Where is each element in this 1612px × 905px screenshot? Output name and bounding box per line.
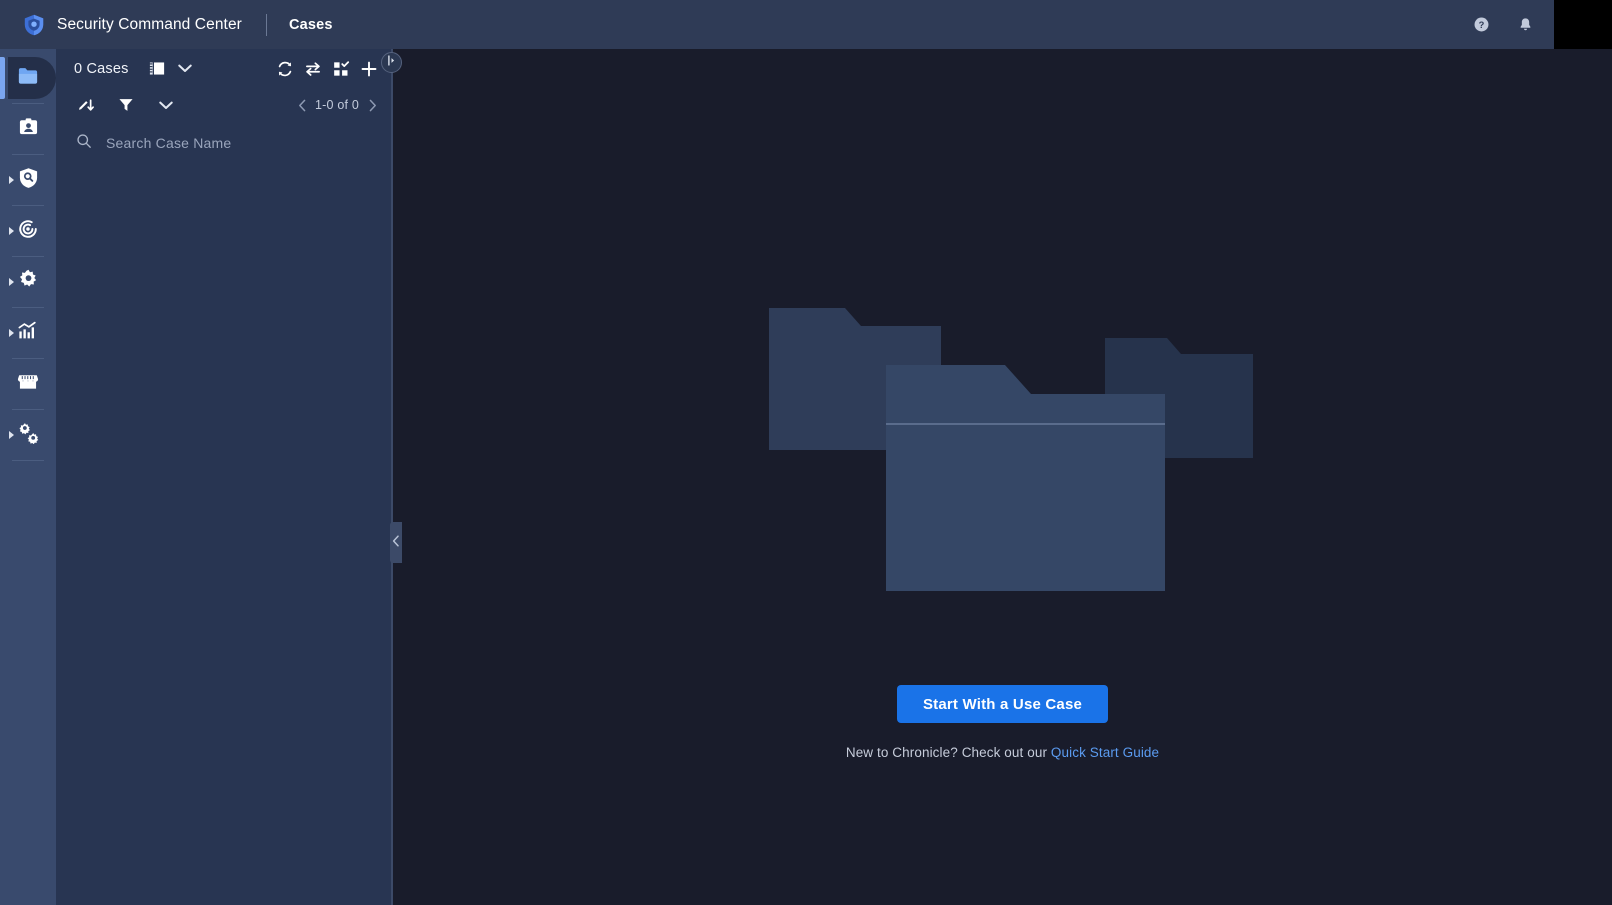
gear-icon	[18, 269, 39, 295]
pagination-label: 1-0 of 0	[315, 98, 359, 112]
header-actions: ?	[1466, 0, 1612, 49]
brand-title: Security Command Center	[57, 15, 242, 33]
cases-list-empty-body	[56, 164, 391, 903]
chevron-right-icon	[9, 278, 14, 286]
sidebar-item-settings[interactable]	[0, 257, 56, 307]
folder-front	[885, 365, 1165, 591]
sort-descending-icon[interactable]	[72, 91, 100, 119]
chevron-right-icon	[9, 329, 14, 337]
bar-chart-icon	[17, 321, 39, 346]
start-with-use-case-button[interactable]: Start With a Use Case	[896, 685, 1109, 723]
cases-toolbar-primary: 0 Cases	[56, 49, 391, 88]
expand-panel-handle[interactable]	[381, 52, 402, 73]
filter-chevron-down-icon[interactable]	[152, 91, 180, 119]
refresh-icon[interactable]	[271, 55, 299, 83]
id-badge-icon	[18, 117, 39, 142]
quick-start-guide-link[interactable]: Quick Start Guide	[1051, 745, 1159, 760]
swap-arrows-icon[interactable]	[299, 55, 327, 83]
filter-funnel-icon[interactable]	[112, 91, 140, 119]
hint-text: New to Chronicle? Check out our	[845, 745, 1051, 760]
main-content: Start With a Use Case New to Chronicle? …	[393, 49, 1612, 905]
left-nav-rail	[0, 49, 56, 905]
sidebar-item-response[interactable]	[0, 206, 56, 256]
expand-panel-icon	[385, 54, 398, 72]
app-root: Security Command Center Cases ? 0 Cases …	[0, 0, 1612, 905]
empty-state: Start With a Use Case New to Chronicle? …	[393, 49, 1612, 760]
collapse-panel-handle[interactable]	[390, 522, 402, 563]
header-separator	[265, 13, 267, 36]
view-chevron-down-icon[interactable]	[171, 55, 199, 83]
brand[interactable]: Security Command Center	[0, 13, 242, 37]
avatar[interactable]	[1554, 0, 1612, 49]
pagination-prev-button[interactable]	[291, 94, 313, 116]
chevron-right-icon	[9, 227, 14, 235]
sidebar-item-cases[interactable]	[0, 53, 56, 103]
sidebar-item-integrations[interactable]	[0, 410, 56, 460]
chevron-right-icon	[9, 176, 14, 184]
storefront-icon	[17, 372, 39, 396]
radar-target-icon	[17, 218, 39, 245]
pagination: 1-0 of 0	[291, 94, 383, 116]
chevron-left-icon	[392, 534, 400, 552]
security-command-center-logo-icon	[22, 13, 46, 37]
plus-icon[interactable]	[355, 55, 383, 83]
shield-search-icon	[18, 167, 39, 194]
folder-icon	[17, 66, 39, 91]
case-search-row	[56, 122, 391, 164]
cases-list-panel: 0 Cases 1-0 of 0 Search Case Name	[56, 49, 391, 905]
sidebar-item-marketplace[interactable]	[0, 359, 56, 409]
empty-folders-illustration	[753, 300, 1253, 610]
search-input[interactable]	[106, 135, 379, 151]
view-layout-icon[interactable]	[143, 55, 171, 83]
top-header: Security Command Center Cases ?	[0, 0, 1612, 49]
sidebar-item-detection[interactable]	[0, 155, 56, 205]
page-title: Cases	[288, 16, 333, 33]
cases-toolbar-secondary: 1-0 of 0	[56, 88, 391, 122]
sidebar-item-reports[interactable]	[0, 308, 56, 358]
cases-count-label: 0 Cases	[74, 60, 129, 77]
search-icon	[76, 133, 92, 154]
notification-bell-icon[interactable]	[1510, 10, 1540, 40]
pagination-next-button[interactable]	[361, 94, 383, 116]
grid-check-icon[interactable]	[327, 55, 355, 83]
gears-config-icon	[17, 422, 40, 449]
quick-start-hint: New to Chronicle? Check out our Quick St…	[846, 745, 1159, 760]
rail-divider	[12, 460, 44, 461]
sidebar-item-my-workdesk[interactable]	[0, 104, 56, 154]
svg-text:?: ?	[1478, 20, 1484, 30]
chevron-right-icon	[9, 431, 14, 439]
help-circle-icon[interactable]: ?	[1466, 10, 1496, 40]
